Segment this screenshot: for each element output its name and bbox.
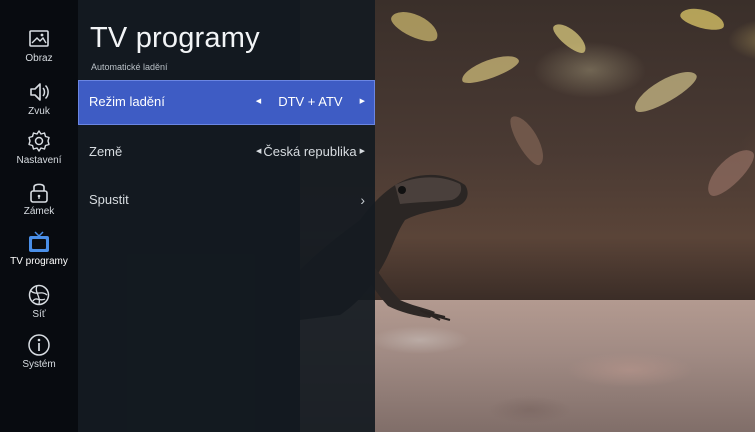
arrow-right-icon[interactable]: ▶ xyxy=(360,95,365,108)
arrow-right-icon[interactable]: ▶ xyxy=(360,145,365,158)
arrow-left-icon[interactable]: ◀ xyxy=(256,95,261,108)
start-row[interactable]: Spustit › xyxy=(78,178,375,223)
row-label: Režim ladění xyxy=(89,94,165,109)
sidebar-item-system[interactable]: Systém xyxy=(0,332,78,380)
gear-icon xyxy=(26,128,52,154)
info-icon xyxy=(26,332,52,358)
sidebar-item-label: TV programy xyxy=(10,256,68,267)
sidebar-item-obraz[interactable]: Obraz xyxy=(0,26,78,74)
leaf-shape xyxy=(549,19,591,57)
leaf-shape xyxy=(387,5,443,47)
picture-icon xyxy=(26,26,52,52)
sidebar-item-nastaveni[interactable]: Nastavení xyxy=(0,128,78,176)
chevron-right-icon: › xyxy=(360,192,365,208)
sidebar-item-label: Systém xyxy=(22,359,56,370)
sidebar-nav: Obraz Zvuk Nastavení Zámek TV programy S… xyxy=(0,0,78,432)
row-label: Spustit xyxy=(89,192,129,207)
sidebar-item-sit[interactable]: Síť xyxy=(0,282,78,330)
arrow-left-icon[interactable]: ◀ xyxy=(256,145,261,158)
speaker-icon xyxy=(26,79,52,105)
row-value: Česká republika xyxy=(263,144,357,159)
globe-icon xyxy=(26,282,52,308)
page-title: TV programy xyxy=(90,22,260,54)
page-subtitle: Automatické ladění xyxy=(91,62,168,72)
sidebar-item-label: Zámek xyxy=(23,206,55,217)
leaf-shape xyxy=(678,4,727,34)
sidebar-item-zvuk[interactable]: Zvuk xyxy=(0,79,78,127)
tv-settings-screen: Obraz Zvuk Nastavení Zámek TV programy S… xyxy=(0,0,755,432)
leaf-shape xyxy=(458,50,522,88)
sidebar-item-label: Zvuk xyxy=(28,106,50,117)
tuning-mode-row[interactable]: Režim ladění ◀ DTV + ATV ▶ xyxy=(78,80,375,125)
tuning-mode-selector[interactable]: ◀ DTV + ATV ▶ xyxy=(256,94,365,109)
country-selector[interactable]: ◀ Česká republika ▶ xyxy=(256,144,365,159)
tv-icon xyxy=(26,229,52,255)
sidebar-item-tv-programy[interactable]: TV programy xyxy=(0,229,78,277)
country-row[interactable]: Země ◀ Česká republika ▶ xyxy=(78,130,375,175)
sidebar-item-label: Nastavení xyxy=(16,155,62,166)
sidebar-item-zamek[interactable]: Zámek xyxy=(0,179,78,227)
leaf-shape xyxy=(629,63,701,119)
sidebar-item-label: Obraz xyxy=(25,53,53,64)
lock-icon xyxy=(26,179,52,205)
sidebar-item-label: Síť xyxy=(32,309,46,320)
leaf-shape xyxy=(700,142,755,202)
row-label: Země xyxy=(89,144,123,159)
row-value: DTV + ATV xyxy=(278,94,343,109)
tv-programs-panel: TV programy Automatické ladění Režim lad… xyxy=(78,0,375,432)
